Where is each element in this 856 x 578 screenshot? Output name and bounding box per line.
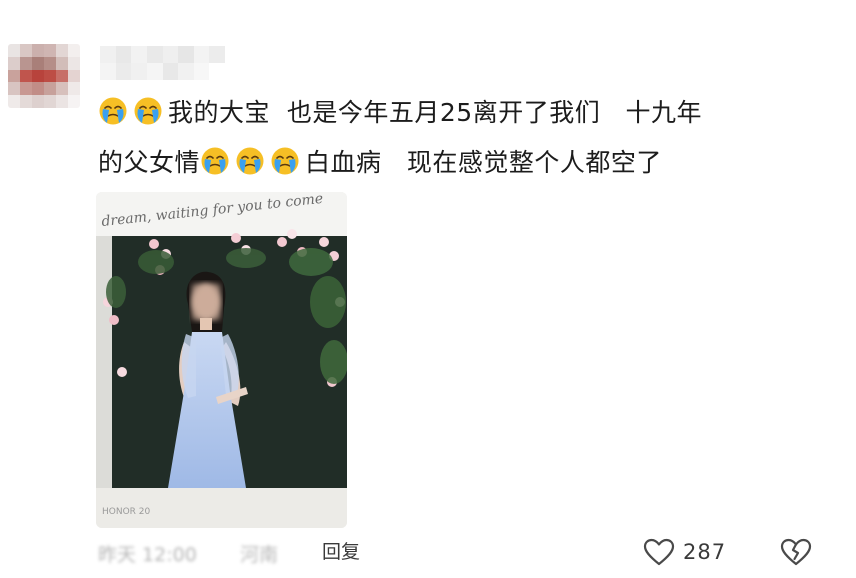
flower-decoration	[277, 237, 287, 247]
flower-decoration	[319, 237, 329, 247]
username[interactable]	[100, 46, 225, 80]
comment-text-segment: 我的大宝 也是今年五月25离开了我们 十九年	[168, 98, 703, 127]
comment-text: 我的大宝 也是今年五月25离开了我们 十九年的父女情 白血病 现在感觉整个人都空了	[98, 88, 798, 188]
comment-text-segment: 的父女情	[98, 148, 201, 177]
comment-time: 昨天 12:00	[98, 544, 197, 566]
crying-emoji	[134, 97, 162, 125]
avatar[interactable]	[8, 44, 80, 108]
crying-emoji	[201, 147, 229, 175]
like-count: 287	[683, 540, 727, 564]
comment-text-segment: 白血病 现在感觉整个人都空了	[305, 148, 662, 177]
photo-watermark: HONOR 20	[102, 507, 151, 517]
crying-emoji	[236, 147, 264, 175]
flower-decoration	[287, 229, 297, 239]
comment-location: 河南	[240, 544, 279, 566]
broken-heart-icon[interactable]	[780, 538, 812, 566]
flower-decoration	[109, 315, 119, 325]
flower-decoration	[117, 367, 127, 377]
crying-emoji	[99, 97, 127, 125]
crying-emoji	[271, 147, 299, 175]
reply-button[interactable]: 回复	[322, 537, 360, 567]
attached-photo[interactable]: dream, waiting for you to come HONOR 20	[96, 192, 347, 528]
heart-outline-icon[interactable]	[643, 538, 675, 566]
flower-decoration	[231, 233, 241, 243]
flower-decoration	[149, 239, 159, 249]
